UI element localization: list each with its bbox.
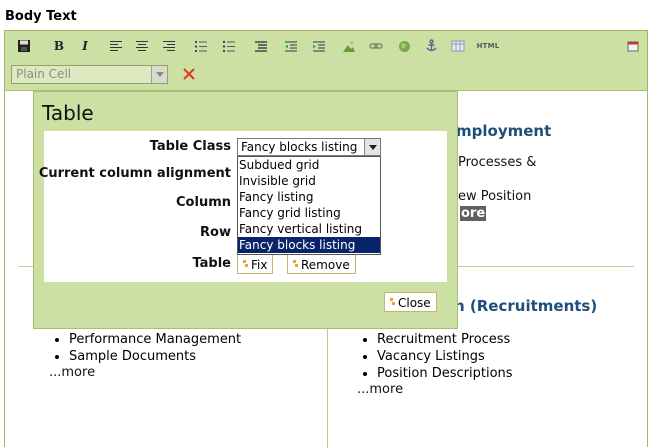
insert-link-icon[interactable] — [367, 37, 385, 55]
dropdown-option-fancy-grid-listing[interactable]: Fancy grid listing — [238, 205, 380, 221]
save-icon[interactable] — [15, 37, 33, 55]
editor-toolbar: B I HTML Plain Cell — [5, 31, 647, 91]
bullet-arrow-icon — [390, 298, 395, 307]
bullet-arrow-icon — [293, 260, 298, 269]
list-item: Sample Documents — [69, 348, 241, 365]
section-heading-employment: mployment — [456, 122, 552, 140]
dialog-panel: Table Class Current column alignment Col… — [39, 131, 447, 282]
table-dialog: Table Table Class Current column alignme… — [33, 91, 458, 329]
toolbar-row: B I HTML — [9, 35, 643, 57]
dropdown-option-subdued-grid[interactable]: Subdued grid — [238, 157, 380, 173]
table-class-select[interactable]: Fancy blocks listing — [237, 138, 381, 156]
align-center-icon[interactable] — [133, 37, 151, 55]
paragraph-style-select[interactable]: Plain Cell — [11, 65, 168, 84]
block-indent-icon[interactable] — [252, 37, 270, 55]
left-bullet-list: Performance Management Sample Documents — [51, 331, 241, 365]
indent-icon[interactable] — [310, 37, 328, 55]
insert-globe-link-icon[interactable] — [395, 37, 413, 55]
dropdown-option-fancy-vertical-listing[interactable]: Fancy vertical listing — [238, 221, 380, 237]
table-label: Table — [192, 256, 231, 271]
fix-button[interactable]: Fix — [237, 254, 274, 274]
right-bullet-list: Recruitment Process Vacancy Listings Pos… — [359, 331, 513, 382]
dropdown-option-fancy-listing[interactable]: Fancy listing — [238, 189, 380, 205]
bold-button[interactable]: B — [50, 37, 68, 55]
dropdown-option-invisible-grid[interactable]: Invisible grid — [238, 173, 380, 189]
table-class-value: Fancy blocks listing — [241, 140, 358, 154]
chevron-down-icon[interactable] — [364, 139, 380, 155]
dropdown-option-fancy-blocks-listing[interactable]: Fancy blocks listing — [238, 237, 380, 253]
dialog-title: Table — [42, 101, 94, 125]
list-item: Position Descriptions — [377, 365, 513, 382]
ordered-list-icon[interactable] — [192, 37, 210, 55]
insert-anchor-icon[interactable] — [422, 37, 440, 55]
list-item: Recruitment Process — [377, 331, 513, 348]
fix-button-label: Fix — [251, 257, 268, 272]
content-text-new-position: ew Position — [458, 189, 532, 204]
list-item: Performance Management — [69, 331, 241, 348]
table-class-dropdown: Subdued grid Invisible grid Fancy listin… — [237, 156, 381, 255]
insert-table-icon[interactable] — [449, 37, 467, 55]
remove-button-label: Remove — [301, 257, 350, 272]
right-more-link[interactable]: ...more — [357, 382, 403, 397]
close-button[interactable]: Close — [384, 292, 437, 312]
clear-format-icon[interactable] — [181, 66, 197, 82]
row-label: Row — [200, 225, 231, 240]
paragraph-style-value: Plain Cell — [16, 67, 72, 81]
maximize-icon[interactable] — [624, 37, 642, 55]
chevron-down-icon[interactable] — [151, 66, 167, 83]
align-right-icon[interactable] — [160, 37, 178, 55]
content-text-processes: Processes & — [458, 155, 537, 170]
outdent-icon[interactable] — [282, 37, 300, 55]
unordered-list-icon[interactable] — [220, 37, 238, 55]
section-heading-recruitments: n (Recruitments) — [454, 297, 598, 315]
list-item: Vacancy Listings — [377, 348, 513, 365]
body-text-label: Body Text — [5, 9, 77, 24]
left-more-link[interactable]: ...more — [49, 365, 95, 380]
table-class-label: Table Class — [149, 139, 231, 154]
italic-button[interactable]: I — [76, 37, 94, 55]
remove-button[interactable]: Remove — [287, 254, 356, 274]
close-button-label: Close — [398, 295, 431, 310]
align-left-icon[interactable] — [107, 37, 125, 55]
insert-image-icon[interactable] — [340, 37, 358, 55]
bullet-arrow-icon — [243, 260, 248, 269]
column-alignment-label: Current column alignment — [38, 166, 231, 181]
html-source-button[interactable]: HTML — [474, 37, 502, 55]
column-label: Column — [176, 195, 231, 210]
more-link-selected[interactable]: ore — [460, 206, 487, 221]
